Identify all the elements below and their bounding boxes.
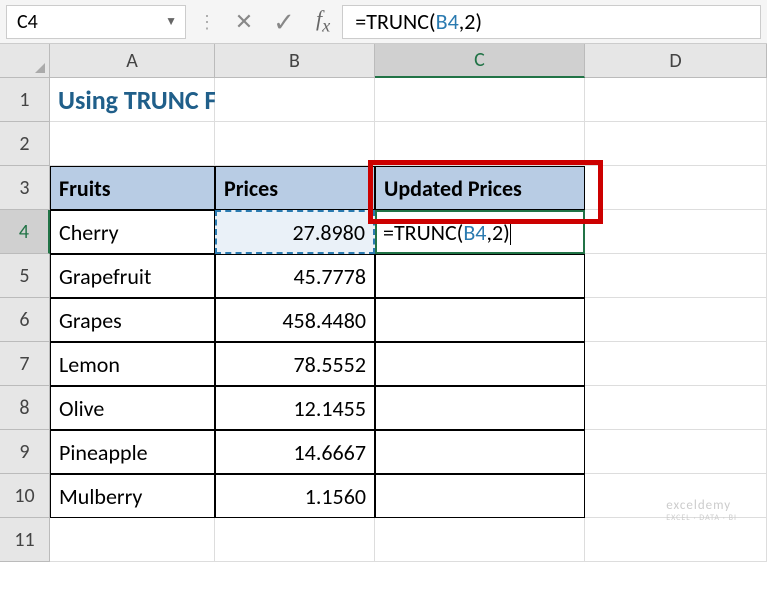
editing-prefix: =TRUNC( [383, 219, 463, 246]
cell-C8[interactable] [375, 386, 585, 430]
cell-A6[interactable]: Grapes [50, 298, 215, 342]
cell-D3[interactable] [585, 166, 767, 210]
row-headers: 1 2 3 4 5 6 7 8 9 10 11 [0, 78, 50, 562]
cell-A1[interactable]: Using TRUNC Function [50, 78, 215, 122]
cell-C3[interactable]: Updated Prices [375, 166, 585, 210]
cell-C10[interactable] [375, 474, 585, 518]
cell-C4[interactable]: =TRUNC(B4,2) [375, 210, 585, 254]
row-header-10[interactable]: 10 [0, 474, 50, 518]
cell-C11[interactable] [375, 518, 585, 562]
cell-C7[interactable] [375, 342, 585, 386]
cell-D1[interactable] [585, 78, 767, 122]
cell-B11[interactable] [215, 518, 375, 562]
cell-D5[interactable] [585, 254, 767, 298]
cells-area: Using TRUNC Function Fruits Prices Updat… [50, 78, 767, 562]
cell-A3[interactable]: Fruits [50, 166, 215, 210]
row-header-1[interactable]: 1 [0, 78, 50, 122]
formula-text-ref: B4 [436, 8, 459, 35]
cell-A9[interactable]: Pineapple [50, 430, 215, 474]
select-all-corner[interactable] [0, 44, 50, 78]
cell-B4[interactable]: 27.8980 [215, 210, 375, 254]
cell-B2[interactable] [215, 122, 375, 166]
row-header-2[interactable]: 2 [0, 122, 50, 166]
cell-C6[interactable] [375, 298, 585, 342]
cell-D7[interactable] [585, 342, 767, 386]
cell-C2[interactable] [375, 122, 585, 166]
row-header-11[interactable]: 11 [0, 518, 50, 562]
cell-C9[interactable] [375, 430, 585, 474]
cell-A7[interactable]: Lemon [50, 342, 215, 386]
watermark-main: exceldemy [666, 498, 731, 513]
cell-C1[interactable] [375, 78, 585, 122]
cell-C5[interactable] [375, 254, 585, 298]
cell-A10[interactable]: Mulberry [50, 474, 215, 518]
cell-B1[interactable] [215, 78, 375, 122]
row-header-5[interactable]: 5 [0, 254, 50, 298]
cell-B5[interactable]: 45.7778 [215, 254, 375, 298]
name-box[interactable]: C4 ▼ [6, 5, 186, 39]
fx-icon[interactable]: fx [316, 6, 330, 36]
row-header-4[interactable]: 4 [0, 210, 50, 254]
col-header-C[interactable]: C [375, 44, 585, 78]
formula-bar-handle-icon: ⋮ [198, 11, 218, 33]
cell-A4[interactable]: Cherry [50, 210, 215, 254]
column-headers: A B C D [50, 44, 767, 78]
row-header-3[interactable]: 3 [0, 166, 50, 210]
text-cursor-icon [510, 219, 511, 245]
confirm-button[interactable]: ✓ [264, 5, 304, 39]
watermark-sub: EXCEL · DATA · BI [666, 513, 737, 523]
cell-B3[interactable]: Prices [215, 166, 375, 210]
editing-ref: B4 [463, 219, 486, 246]
formula-input[interactable]: =TRUNC(B4,2) [342, 5, 761, 39]
cell-B7[interactable]: 78.5552 [215, 342, 375, 386]
row-header-7[interactable]: 7 [0, 342, 50, 386]
cell-D8[interactable] [585, 386, 767, 430]
cell-B8[interactable]: 12.1455 [215, 386, 375, 430]
cell-B10[interactable]: 1.1560 [215, 474, 375, 518]
name-box-dropdown-icon[interactable]: ▼ [165, 14, 177, 29]
cell-A2[interactable] [50, 122, 215, 166]
cell-D11[interactable] [585, 518, 767, 562]
cell-D9[interactable] [585, 430, 767, 474]
cell-A11[interactable] [50, 518, 215, 562]
formula-text-suffix: ,2) [459, 8, 482, 35]
cell-D2[interactable] [585, 122, 767, 166]
col-header-D[interactable]: D [585, 44, 767, 78]
cancel-button[interactable]: ✕ [224, 5, 264, 39]
watermark: exceldemy EXCEL · DATA · BI [666, 498, 737, 523]
col-header-A[interactable]: A [50, 44, 215, 78]
cell-D4[interactable] [585, 210, 767, 254]
cell-D6[interactable] [585, 298, 767, 342]
row-header-9[interactable]: 9 [0, 430, 50, 474]
cell-A8[interactable]: Olive [50, 386, 215, 430]
cell-B6[interactable]: 458.4480 [215, 298, 375, 342]
row-header-8[interactable]: 8 [0, 386, 50, 430]
row-header-6[interactable]: 6 [0, 298, 50, 342]
cell-B9[interactable]: 14.6667 [215, 430, 375, 474]
name-box-value: C4 [17, 10, 38, 34]
formula-bar: C4 ▼ ⋮ ✕ ✓ fx =TRUNC(B4,2) [0, 0, 767, 44]
cell-A5[interactable]: Grapefruit [50, 254, 215, 298]
formula-text-prefix: =TRUNC( [355, 8, 435, 35]
editing-suffix: ,2) [486, 219, 509, 246]
col-header-B[interactable]: B [215, 44, 375, 78]
